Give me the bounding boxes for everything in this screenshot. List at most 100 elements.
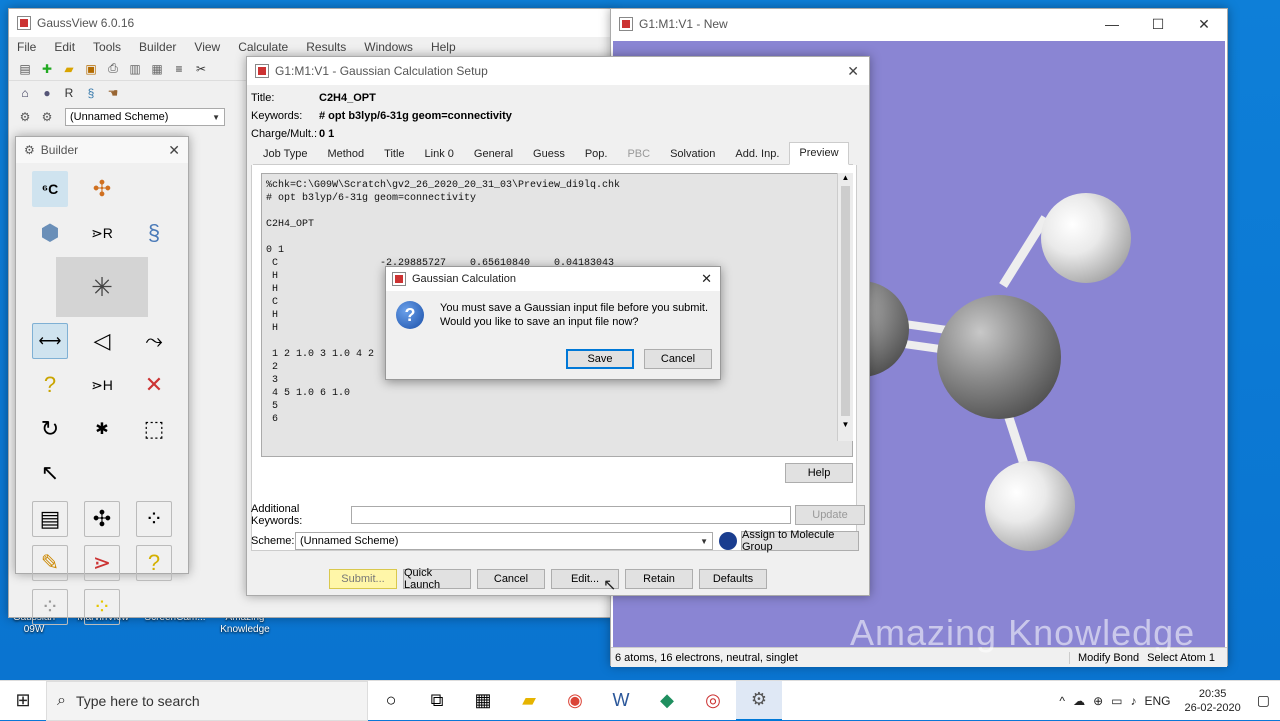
close-icon[interactable]: ✕ — [701, 271, 712, 287]
menu-view[interactable]: View — [194, 40, 220, 54]
file-explorer-icon[interactable]: ▰ — [506, 681, 552, 721]
tab-general[interactable]: General — [464, 143, 523, 164]
carbon-atom-2[interactable] — [937, 295, 1061, 419]
setup-scheme-select[interactable]: (Unnamed Scheme) — [295, 532, 713, 550]
globe-icon[interactable] — [719, 532, 737, 550]
taskbar-search[interactable]: ⌕ Type here to search — [46, 680, 368, 721]
box-select-icon[interactable]: ⬚ — [136, 411, 172, 447]
menu-windows[interactable]: Windows — [364, 40, 413, 54]
menu-tools[interactable]: Tools — [93, 40, 121, 54]
element-c-icon[interactable]: ⁶C — [32, 171, 68, 207]
additional-keywords-input[interactable] — [351, 506, 791, 524]
bond-edit-icon[interactable]: ⋗ — [84, 545, 120, 581]
fragment-icon[interactable]: ✣ — [84, 171, 120, 207]
tab-method[interactable]: Method — [317, 143, 374, 164]
sphere-icon[interactable]: ● — [39, 85, 55, 101]
symmetrize-icon[interactable]: ✣ — [84, 501, 120, 537]
word-icon[interactable]: W — [598, 681, 644, 721]
app-icon[interactable]: ◆ — [644, 681, 690, 721]
add-hydrogen-icon[interactable]: ⋗H — [84, 367, 120, 403]
print-icon[interactable]: ⎙ — [105, 61, 121, 77]
windows-start-icon[interactable]: ⊞ — [0, 681, 46, 721]
update-button[interactable]: Update — [795, 505, 865, 525]
menu-builder[interactable]: Builder — [139, 40, 176, 54]
tab-link0[interactable]: Link 0 — [415, 143, 464, 164]
globe-tray-icon[interactable]: ⊕ — [1093, 694, 1103, 708]
chevron-up-icon[interactable]: ^ — [1059, 694, 1065, 708]
dna-icon[interactable]: § — [83, 85, 99, 101]
hydrogen-atom-1[interactable] — [1041, 193, 1131, 283]
scroll-up-icon[interactable]: ▲ — [838, 173, 853, 182]
notification-icon[interactable]: ▢ — [1257, 692, 1270, 709]
assign-molecule-group-button[interactable]: Assign to Molecule Group — [741, 529, 859, 553]
hand-icon[interactable]: ☚ — [105, 85, 121, 101]
close-icon[interactable]: ✕ — [168, 142, 180, 159]
rotate-icon[interactable]: ↻ — [32, 411, 68, 447]
task-view-icon[interactable]: ⧉ — [414, 681, 460, 721]
open-folder-icon[interactable]: ▰ — [61, 61, 77, 77]
viewer-titlebar[interactable]: G1:M1:V1 - New — ☐ ✕ — [611, 9, 1227, 39]
save-icon[interactable]: ▣ — [83, 61, 99, 77]
yellow-atoms-icon[interactable]: ⁘ — [84, 589, 120, 625]
alert-titlebar[interactable]: Gaussian Calculation ✕ — [386, 267, 720, 291]
chrome-icon[interactable]: ◉ — [552, 681, 598, 721]
view-icon[interactable]: ⌂ — [17, 85, 33, 101]
new-icon[interactable]: ▤ — [17, 61, 33, 77]
gaussview-titlebar[interactable]: GaussView 6.0.16 — [9, 9, 611, 37]
gaussview-taskbar-icon[interactable]: ⚙ — [736, 680, 782, 721]
list-icon[interactable]: ≡ — [171, 61, 187, 77]
delete-atom-icon[interactable]: ✕ — [136, 367, 172, 403]
cut-icon[interactable]: ✂ — [193, 61, 209, 77]
alert-cancel-button[interactable]: Cancel — [644, 349, 712, 369]
add-icon[interactable]: ✚ — [39, 61, 55, 77]
cloud-icon[interactable]: ☁ — [1073, 694, 1085, 708]
minimize-icon[interactable]: — — [1089, 9, 1135, 39]
ring-icon[interactable]: ⬢ — [32, 215, 68, 251]
gray-atoms-icon[interactable]: ⁘ — [32, 589, 68, 625]
pointer-icon[interactable]: ↖ — [32, 455, 68, 491]
cortana-icon[interactable]: ○ — [368, 681, 414, 721]
maximize-icon[interactable]: ☐ — [1135, 9, 1181, 39]
r-group-icon[interactable]: R — [61, 85, 77, 101]
angle-icon[interactable]: ◁ — [84, 323, 120, 359]
menu-edit[interactable]: Edit — [54, 40, 75, 54]
submit-button[interactable]: Submit... — [329, 569, 397, 589]
help-button[interactable]: Help — [785, 463, 853, 483]
volume-icon[interactable]: ♪ — [1130, 694, 1136, 708]
save-button[interactable]: Save — [566, 349, 634, 369]
tab-solvation[interactable]: Solvation — [660, 143, 725, 164]
inquire-icon[interactable]: ? — [32, 367, 68, 403]
calculator-icon[interactable]: ▦ — [460, 681, 506, 721]
defaults-button[interactable]: Defaults — [699, 569, 767, 589]
settings-icon[interactable]: ⚙ — [39, 109, 55, 125]
dihedral-icon[interactable]: ⤳ — [136, 323, 172, 359]
select-atom-icon[interactable]: ✱ — [84, 411, 120, 447]
gear-icon[interactable]: ⚙ — [17, 109, 33, 125]
preview-scrollbar[interactable]: ▲ ▼ — [837, 173, 853, 441]
biopolymer-icon[interactable]: § — [136, 215, 172, 251]
brush-icon[interactable]: ✎ — [32, 545, 68, 581]
r-group-builder-icon[interactable]: ⋗R — [84, 215, 120, 251]
menu-file[interactable]: File — [17, 40, 36, 54]
help-question-icon[interactable]: ? — [136, 545, 172, 581]
close-icon[interactable]: ✕ — [1181, 9, 1227, 39]
scroll-thumb[interactable] — [841, 186, 850, 416]
menu-calculate[interactable]: Calculate — [238, 40, 288, 54]
screencam-icon[interactable]: ◎ — [690, 681, 736, 721]
tab-preview[interactable]: Preview — [789, 142, 849, 165]
bond-icon[interactable]: ⟷ — [32, 323, 68, 359]
close-icon[interactable]: ✕ — [847, 63, 859, 80]
scroll-down-icon[interactable]: ▼ — [838, 420, 853, 429]
tab-add-inp[interactable]: Add. Inp. — [725, 143, 789, 164]
image-icon[interactable]: ▦ — [149, 61, 165, 77]
scheme-select[interactable]: (Unnamed Scheme) — [65, 108, 225, 126]
tab-guess[interactable]: Guess — [523, 143, 575, 164]
setup-titlebar[interactable]: G1:M1:V1 - Gaussian Calculation Setup ✕ — [247, 57, 869, 85]
clean-icon[interactable]: ⁘ — [136, 501, 172, 537]
hydrogen-atom-2[interactable] — [985, 461, 1075, 551]
cancel-button[interactable]: Cancel — [477, 569, 545, 589]
tab-job-type[interactable]: Job Type — [253, 143, 317, 164]
language-indicator[interactable]: ENG — [1144, 694, 1170, 708]
builder-titlebar[interactable]: ⚙ Builder ✕ — [16, 137, 188, 163]
clock[interactable]: 20:35 26-02-2020 — [1184, 687, 1240, 715]
